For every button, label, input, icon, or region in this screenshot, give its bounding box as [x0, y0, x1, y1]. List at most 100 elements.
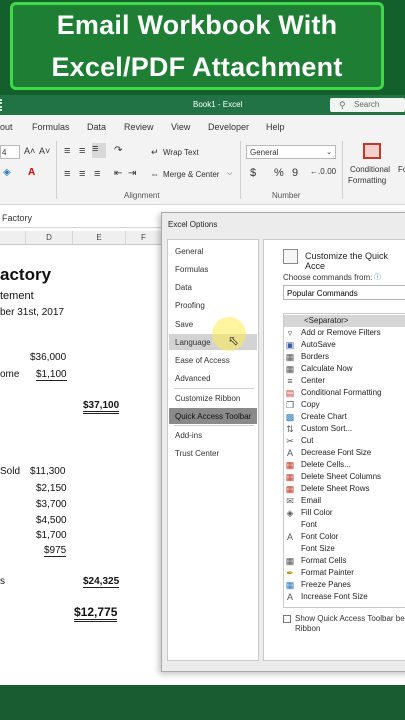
conditional-formatting-icon[interactable] [363, 143, 381, 159]
nav-ease-of-access[interactable]: Ease of Access [169, 352, 257, 368]
increase-indent-icon[interactable]: ⇥ [128, 168, 136, 179]
conditional-formatting-label-1[interactable]: Conditional [350, 165, 390, 174]
command-freeze-panes[interactable]: ▦ Freeze Panes [284, 579, 405, 591]
conditional-formatting-label-2[interactable]: Formatting [348, 176, 386, 185]
cell-label-cogs[interactable]: Sold [0, 466, 20, 477]
tab-developer[interactable]: Developer [208, 122, 249, 132]
align-bottom-icon[interactable]: ≡ [92, 143, 106, 158]
command-copy[interactable]: ❐ Copy [284, 399, 405, 411]
tab-data[interactable]: Data [87, 122, 106, 132]
percent-button[interactable]: % [274, 167, 284, 179]
cell-label-expenses[interactable]: s [0, 576, 5, 587]
increase-decimal-icon[interactable]: ←.0 [310, 167, 325, 176]
cell-d-expense-2[interactable]: $3,700 [36, 499, 67, 510]
font-color-icon[interactable]: A [28, 167, 35, 178]
command-calculate-now[interactable]: ▦ Calculate Now [284, 363, 405, 375]
command-format-cells[interactable]: ▦ Format Cells [284, 555, 405, 567]
column-header-e[interactable]: E [73, 231, 126, 245]
cell-d-expense-4[interactable]: $1,700 [36, 530, 67, 541]
sheet-subtitle[interactable]: tement [0, 290, 34, 302]
nav-proofing[interactable]: Proofing [169, 297, 257, 313]
command-font[interactable]: Font [284, 519, 405, 531]
tab-formulas[interactable]: Formulas [32, 122, 70, 132]
command-decrease-font-size[interactable]: A Decrease Font Size [284, 447, 405, 459]
command-autosave[interactable]: ▣ AutoSave [284, 339, 405, 351]
column-header-c[interactable] [0, 231, 26, 245]
align-center-icon[interactable]: ≡ [79, 168, 85, 180]
comma-button[interactable]: 9 [292, 167, 298, 179]
command-font-color[interactable]: A Font Color [284, 531, 405, 543]
nav-customize-ribbon[interactable]: Customize Ribbon [169, 390, 257, 406]
format-as-table-label[interactable]: Fo [398, 165, 405, 174]
choose-commands-label: Choose commands from: [283, 273, 373, 282]
command-delete-sheet-columns[interactable]: ▦ Delete Sheet Columns [284, 471, 405, 483]
tab-layout[interactable]: out [0, 122, 13, 132]
quick-access-icon[interactable] [0, 99, 12, 111]
nav-formulas[interactable]: Formulas [169, 261, 257, 277]
show-below-ribbon-checkbox[interactable] [283, 615, 291, 623]
command-delete-cells[interactable]: ▦ Delete Cells... [284, 459, 405, 471]
number-format-select[interactable]: General ⌄ [246, 145, 336, 159]
cell-d-other-income[interactable]: $1,100 [36, 369, 67, 381]
nav-general[interactable]: General [169, 243, 257, 259]
command-fill-color[interactable]: ◈ Fill Color [284, 507, 405, 519]
command-cut[interactable]: ✂ Cut [284, 435, 405, 447]
column-header-d[interactable]: D [26, 231, 73, 245]
command-increase-font-size[interactable]: A Increase Font Size [284, 591, 405, 603]
decrease-indent-icon[interactable]: ⇤ [114, 168, 122, 179]
command-custom-sort[interactable]: ⇅ Custom Sort... [284, 423, 405, 435]
tab-view[interactable]: View [171, 122, 190, 132]
command-create-chart[interactable]: ▩ Create Chart [284, 411, 405, 423]
grow-font-button[interactable]: A˄ [24, 146, 35, 156]
tab-review[interactable]: Review [124, 122, 154, 132]
cell-d-expense-5[interactable]: $975 [44, 545, 67, 557]
cell-d-revenue[interactable]: $36,000 [30, 352, 66, 363]
command-font-size[interactable]: Font Size [284, 543, 405, 555]
choose-commands-select[interactable]: Popular Commands [283, 285, 405, 300]
align-right-icon[interactable]: ≡ [94, 168, 100, 180]
nav-data[interactable]: Data [169, 279, 257, 295]
sheet-title[interactable]: actory [0, 265, 51, 285]
cell-d-cogs[interactable]: $11,300 [30, 466, 65, 477]
search-box[interactable]: ⚲ Search [330, 98, 405, 112]
fill-color-icon[interactable]: ◈ [3, 167, 11, 178]
shrink-font-button[interactable]: A˅ [39, 146, 50, 156]
align-middle-icon[interactable]: ≡ [79, 145, 85, 157]
nav-add-ins[interactable]: Add-ins [169, 427, 257, 443]
nav-quick-access-toolbar[interactable]: Quick Access Toolbar [169, 408, 257, 424]
sheet-date[interactable]: ber 31st, 2017 [0, 307, 64, 318]
window-title: Book1 - Excel [193, 100, 243, 109]
cell-d-expense-3[interactable]: $4,500 [36, 515, 67, 526]
command-delete-sheet-rows[interactable]: ▦ Delete Sheet Rows [284, 483, 405, 495]
font-size-select[interactable]: 4 [0, 145, 20, 159]
orientation-icon[interactable]: ↷ [114, 145, 122, 156]
command-center[interactable]: ≡ Center [284, 375, 405, 387]
cell-label-income[interactable]: ome [0, 369, 19, 380]
command-conditional-formatting[interactable]: ▤ Conditional Formatting [284, 387, 405, 399]
tab-help[interactable]: Help [266, 122, 285, 132]
name-box-value[interactable]: Factory [2, 213, 32, 223]
align-top-icon[interactable]: ≡ [64, 145, 70, 157]
cell-d-expense-1[interactable]: $2,150 [36, 483, 67, 494]
command-format-painter[interactable]: ✒ Format Painter [284, 567, 405, 579]
command-add-remove-filters[interactable]: ▿ Add or Remove Filters [284, 327, 405, 339]
cell-e-net-income[interactable]: $12,775 [74, 605, 118, 622]
wrap-text-button[interactable]: Wrap Text [163, 148, 199, 157]
decrease-decimal-icon[interactable]: .00 [325, 167, 336, 176]
column-header-f[interactable]: F [126, 231, 162, 245]
cell-e-total-revenue[interactable]: $37,100 [83, 400, 120, 414]
command-label: Calculate Now [301, 364, 353, 373]
merge-icon: ⇔ [150, 169, 159, 179]
command-email[interactable]: ✉ Email [284, 495, 405, 507]
nav-trust-center[interactable]: Trust Center [169, 445, 257, 461]
command-separator[interactable]: <Separator> [284, 315, 405, 327]
chevron-down-icon[interactable]: ⌵ [227, 170, 232, 178]
delete-rows-icon: ▦ [285, 484, 295, 494]
command-borders[interactable]: ▦ Borders [284, 351, 405, 363]
nav-advanced[interactable]: Advanced [169, 370, 257, 386]
currency-button[interactable]: $ [250, 167, 256, 179]
align-left-icon[interactable]: ≡ [64, 168, 70, 180]
merge-center-button[interactable]: Merge & Center [163, 170, 219, 179]
font-color-icon: A [286, 532, 293, 542]
cell-e-total-expenses[interactable]: $24,325 [83, 576, 120, 588]
